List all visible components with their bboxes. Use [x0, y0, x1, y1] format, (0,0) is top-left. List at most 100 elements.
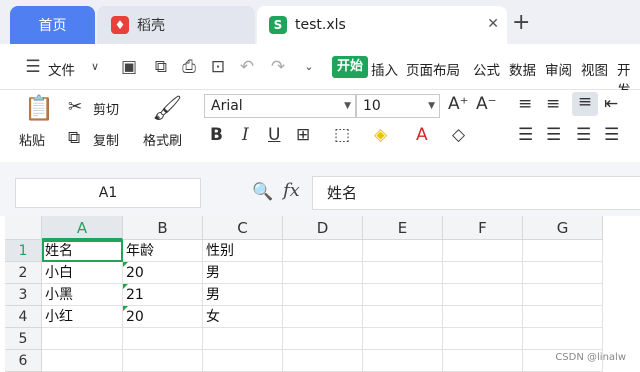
- cell-e3[interactable]: [363, 284, 443, 306]
- row-header-3[interactable]: 3: [5, 284, 42, 306]
- cell-f3[interactable]: [443, 284, 523, 306]
- borders-icon[interactable]: ⊞: [296, 125, 310, 145]
- cell-style-icon[interactable]: ⬚: [334, 125, 350, 145]
- align-right-icon[interactable]: ☰: [576, 125, 591, 145]
- column-header-g[interactable]: G: [523, 216, 603, 240]
- cell-a5[interactable]: [42, 328, 123, 350]
- cell-d3[interactable]: [283, 284, 363, 306]
- cell-e5[interactable]: [363, 328, 443, 350]
- print-icon[interactable]: ⎙: [178, 56, 200, 78]
- cell-e1[interactable]: [363, 240, 443, 262]
- align-bottom-icon[interactable]: ≡: [572, 92, 598, 116]
- scissors-icon[interactable]: ✂: [68, 97, 82, 117]
- cell-f2[interactable]: [443, 262, 523, 284]
- row-header-5[interactable]: 5: [5, 328, 42, 350]
- tab-docer[interactable]: ♦ 稻壳: [97, 6, 255, 44]
- cell-d4[interactable]: [283, 306, 363, 328]
- eraser-icon[interactable]: ◇: [452, 125, 465, 145]
- paste-button[interactable]: 粘贴: [19, 130, 45, 149]
- close-icon[interactable]: ✕: [487, 16, 499, 32]
- indent-icon[interactable]: ⇤: [604, 94, 618, 114]
- copy-icon[interactable]: ⧉: [68, 128, 80, 148]
- cell-d1[interactable]: [283, 240, 363, 262]
- decrease-font-icon[interactable]: A⁻: [476, 94, 497, 114]
- cell-d5[interactable]: [283, 328, 363, 350]
- tab-file[interactable]: S test.xls ✕: [257, 6, 507, 44]
- font-name-select[interactable]: Arial ▼: [204, 94, 356, 118]
- cell-g4[interactable]: [523, 306, 603, 328]
- cell-g5[interactable]: [523, 328, 603, 350]
- cell-c4[interactable]: 女: [203, 306, 283, 328]
- align-center-icon[interactable]: ☰: [546, 125, 561, 145]
- column-header-c[interactable]: C: [203, 216, 283, 240]
- redo-icon[interactable]: ↷: [267, 56, 289, 78]
- italic-icon[interactable]: I: [242, 125, 249, 145]
- menu-insert[interactable]: 插入: [371, 59, 398, 79]
- new-tab-button[interactable]: +: [512, 10, 530, 35]
- menu-page-layout[interactable]: 页面布局: [406, 59, 460, 79]
- fill-color-icon[interactable]: ◈: [374, 125, 387, 145]
- cell-f1[interactable]: [443, 240, 523, 262]
- cell-b4[interactable]: 20: [123, 306, 203, 328]
- underline-icon[interactable]: U: [268, 125, 280, 145]
- row-header-1[interactable]: 1: [5, 240, 42, 262]
- menu-start[interactable]: 开始: [332, 56, 368, 78]
- cell-a2[interactable]: 小白: [42, 262, 123, 284]
- cell-c3[interactable]: 男: [203, 284, 283, 306]
- cell-a3[interactable]: 小黑: [42, 284, 123, 306]
- cell-c5[interactable]: [203, 328, 283, 350]
- print-preview-icon[interactable]: ⊡: [207, 56, 229, 78]
- hamburger-icon[interactable]: ☰: [22, 56, 44, 78]
- cell-c2[interactable]: 男: [203, 262, 283, 284]
- cell-g2[interactable]: [523, 262, 603, 284]
- cell-b3[interactable]: 21: [123, 284, 203, 306]
- copy-button[interactable]: 复制: [93, 130, 119, 149]
- font-size-select[interactable]: 10 ▼: [356, 94, 440, 118]
- zoom-icon[interactable]: 🔍: [252, 182, 273, 202]
- align-top-icon[interactable]: ≡: [518, 94, 532, 114]
- column-header-d[interactable]: D: [283, 216, 363, 240]
- menu-view[interactable]: 视图: [581, 59, 608, 79]
- cell-g1[interactable]: [523, 240, 603, 262]
- save-icon[interactable]: ▣: [118, 56, 140, 78]
- undo-icon[interactable]: ↶: [236, 56, 258, 78]
- format-painter-button[interactable]: 格式刷: [143, 130, 182, 149]
- paste-icon[interactable]: 📋: [24, 94, 52, 124]
- menu-review[interactable]: 审阅: [545, 59, 572, 79]
- cell-c1[interactable]: 性别: [203, 240, 283, 262]
- row-header-2[interactable]: 2: [5, 262, 42, 284]
- cell-a4[interactable]: 小红: [42, 306, 123, 328]
- column-header-b[interactable]: B: [123, 216, 203, 240]
- align-middle-icon[interactable]: ≡: [546, 94, 560, 114]
- chevron-down-icon[interactable]: ∨: [84, 56, 106, 78]
- menu-file[interactable]: 文件: [48, 59, 75, 79]
- column-header-a[interactable]: A: [42, 216, 123, 240]
- export-pdf-icon[interactable]: ⧉: [150, 56, 172, 78]
- fx-icon[interactable]: fx: [283, 180, 300, 201]
- cell-b1[interactable]: 年龄: [123, 240, 203, 262]
- increase-font-icon[interactable]: A⁺: [448, 94, 469, 114]
- cell-b5[interactable]: [123, 328, 203, 350]
- select-all-corner[interactable]: [5, 216, 42, 240]
- formula-input[interactable]: 姓名: [312, 176, 640, 210]
- bold-icon[interactable]: B: [210, 125, 223, 145]
- cell-e2[interactable]: [363, 262, 443, 284]
- cut-button[interactable]: 剪切: [93, 99, 119, 118]
- align-left-icon[interactable]: ☰: [518, 125, 533, 145]
- menu-formulas[interactable]: 公式: [473, 59, 500, 79]
- menu-data[interactable]: 数据: [509, 59, 536, 79]
- justify-icon[interactable]: ☰: [604, 125, 619, 145]
- cell-f5[interactable]: [443, 328, 523, 350]
- format-painter-icon[interactable]: 🖌: [152, 94, 182, 122]
- cell-f4[interactable]: [443, 306, 523, 328]
- cell-d2[interactable]: [283, 262, 363, 284]
- more-chevron-icon[interactable]: ⌄: [298, 56, 320, 78]
- tab-home[interactable]: 首页: [10, 6, 95, 44]
- column-header-e[interactable]: E: [363, 216, 443, 240]
- cell-g3[interactable]: [523, 284, 603, 306]
- row-header-4[interactable]: 4: [5, 306, 42, 328]
- name-box[interactable]: A1: [15, 178, 201, 208]
- column-header-f[interactable]: F: [443, 216, 523, 240]
- cell-e4[interactable]: [363, 306, 443, 328]
- cell-b2[interactable]: 20: [123, 262, 203, 284]
